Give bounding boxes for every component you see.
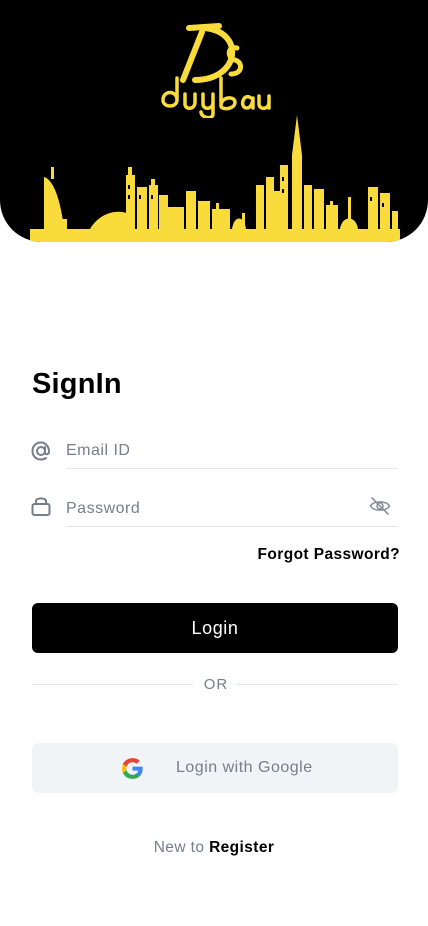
register-link[interactable]: Register bbox=[209, 839, 274, 856]
google-login-label: Login with Google bbox=[176, 759, 313, 776]
divider-right bbox=[237, 684, 398, 685]
google-login-button[interactable]: Login with Google bbox=[32, 743, 398, 793]
google-icon bbox=[122, 758, 143, 779]
lock-icon bbox=[31, 497, 51, 516]
city-skyline-illustration bbox=[30, 115, 400, 242]
login-button[interactable]: Login bbox=[32, 603, 398, 653]
email-input[interactable] bbox=[66, 434, 398, 469]
header-banner bbox=[0, 0, 428, 242]
brand-logo bbox=[161, 23, 271, 118]
password-input[interactable] bbox=[66, 492, 398, 527]
at-icon bbox=[31, 441, 51, 461]
forgot-password-link[interactable]: Forgot Password? bbox=[258, 546, 400, 564]
or-divider-text: OR bbox=[203, 676, 229, 693]
divider-left bbox=[32, 684, 193, 685]
eye-off-icon[interactable] bbox=[368, 494, 392, 518]
signin-title: SignIn bbox=[32, 368, 122, 400]
register-prompt: New to Register bbox=[0, 839, 428, 857]
new-to-text: New to bbox=[153, 839, 210, 856]
